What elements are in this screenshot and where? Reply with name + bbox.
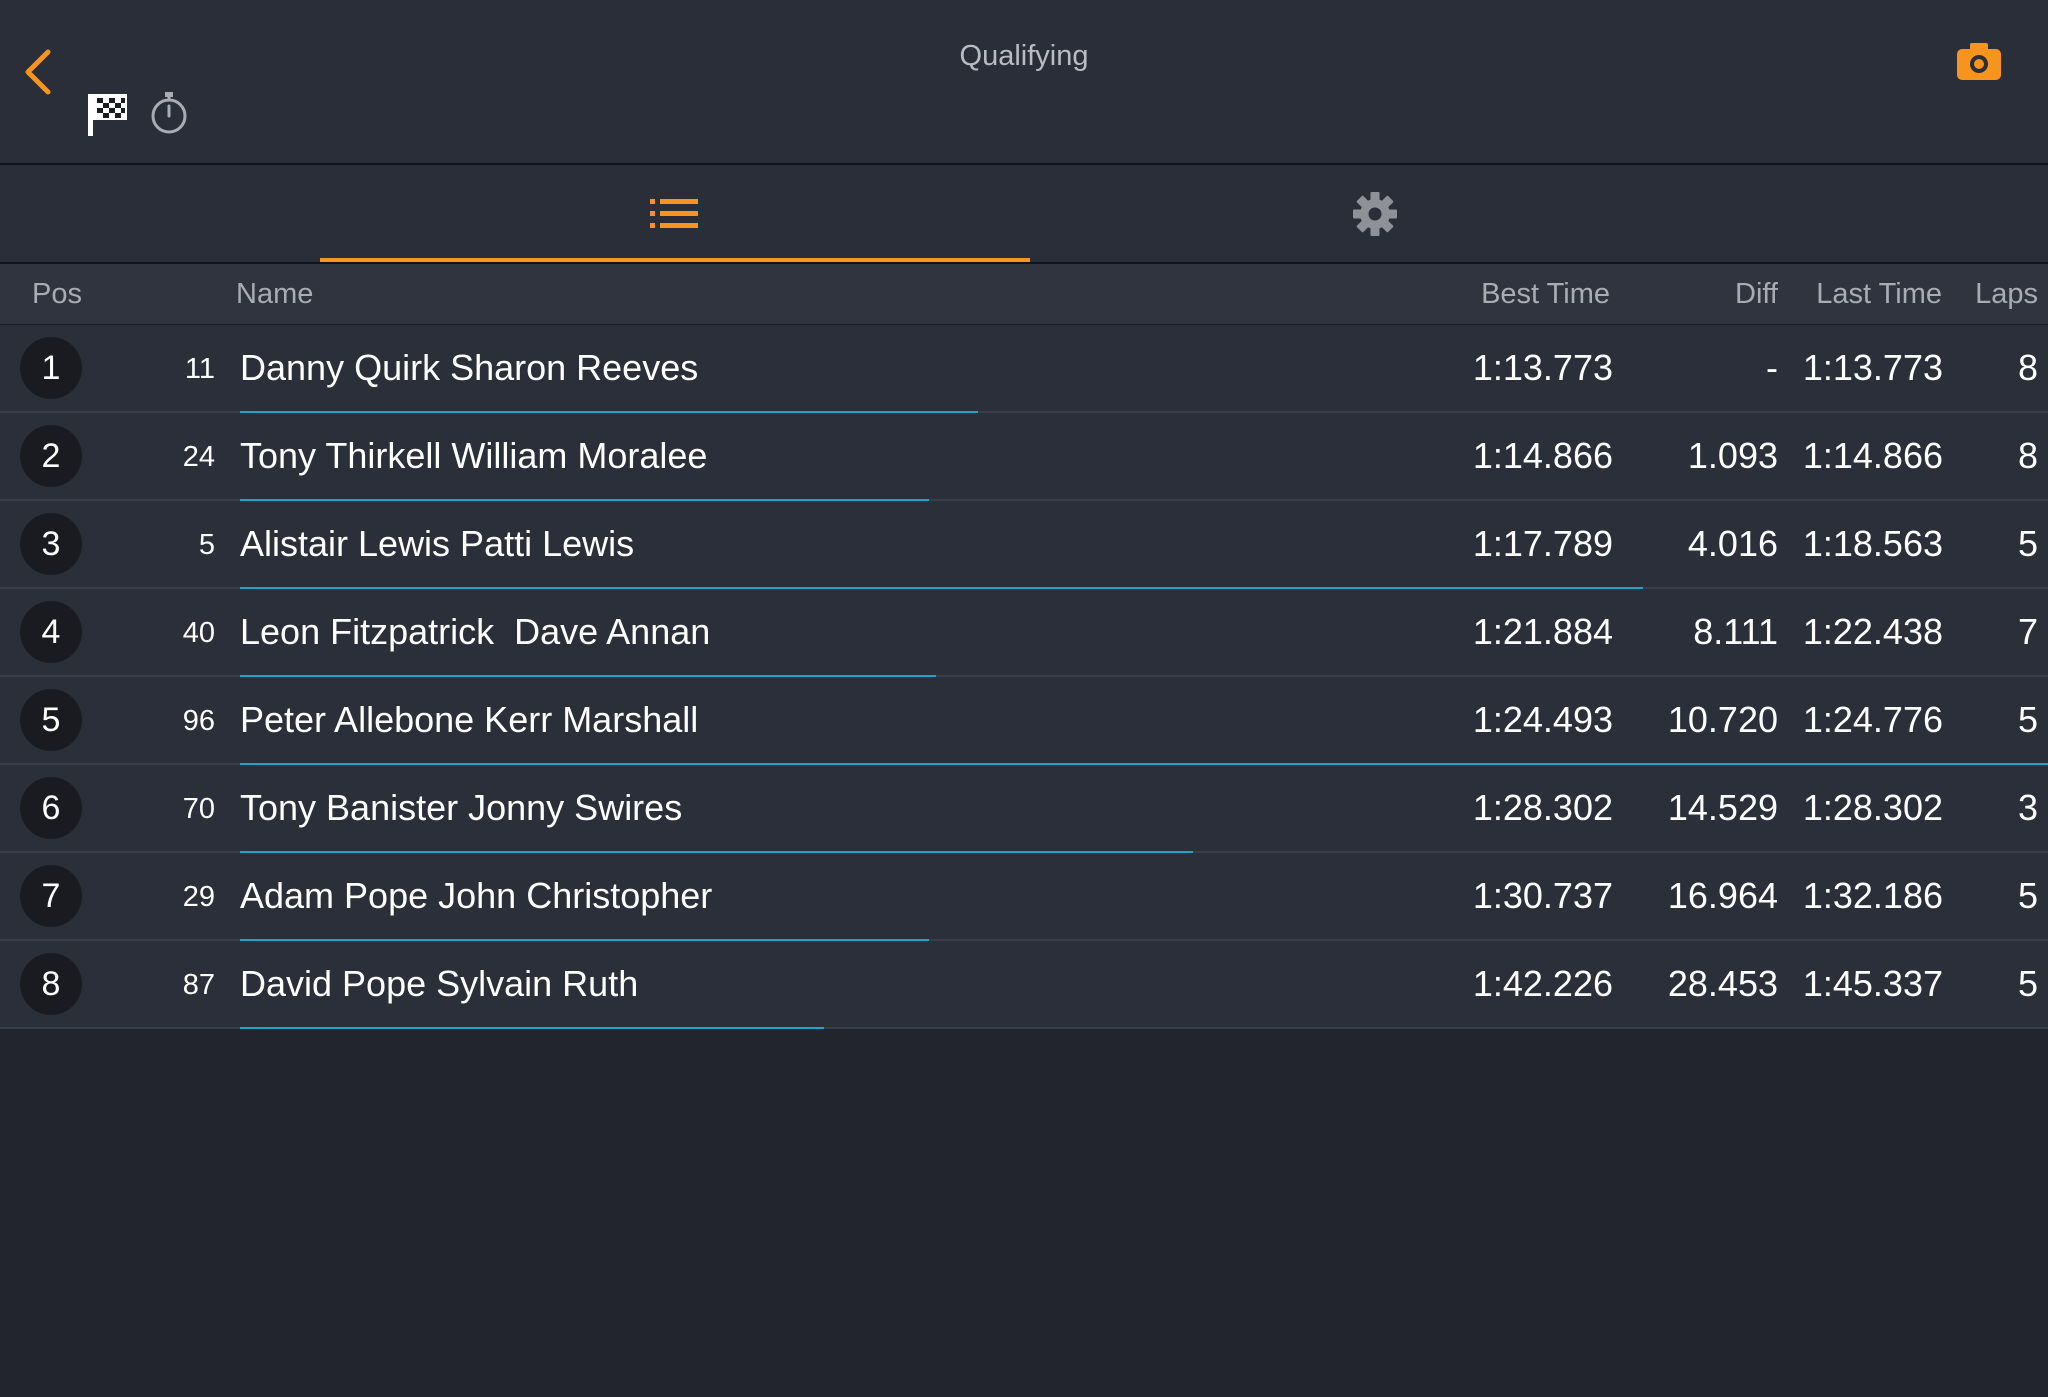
car-number: 24 (182, 441, 215, 473)
top-bar: Qualifying (0, 0, 2048, 165)
table-header: Pos Name Best Time Diff Last Time Laps (0, 264, 2048, 325)
position-badge: 6 (20, 777, 82, 839)
car-number: 29 (182, 881, 215, 913)
table-row[interactable]: 2 24 Tony Thirkell William Moralee 1:14.… (0, 413, 2048, 501)
car-number: 96 (182, 705, 215, 737)
last-time: 1:28.302 (1802, 787, 1943, 828)
laps: 8 (2017, 435, 2038, 476)
diff: 8.111 (1693, 611, 1778, 652)
column-header-best-time: Best Time (1481, 278, 1610, 310)
camera-button[interactable] (1955, 40, 2003, 82)
tab-results-list[interactable] (320, 165, 1030, 262)
driver-names: Leon Fitzpatrick Dave Annan (240, 611, 711, 652)
best-time: 1:24.493 (1472, 699, 1613, 740)
column-header-laps: Laps (1975, 278, 2038, 310)
driver-names: Alistair Lewis Patti Lewis (240, 523, 635, 564)
diff: 10.720 (1667, 699, 1778, 740)
table-row[interactable]: 8 87 David Pope Sylvain Ruth 1:42.226 28… (0, 941, 2048, 1029)
last-time: 1:32.186 (1802, 875, 1943, 916)
table-row[interactable]: 5 96 Peter Allebone Kerr Marshall 1:24.4… (0, 677, 2048, 765)
active-tab-indicator (320, 258, 1030, 262)
car-number: 5 (198, 529, 215, 561)
car-number: 87 (182, 969, 215, 1001)
laps: 3 (2017, 787, 2038, 828)
diff: 28.453 (1667, 963, 1778, 1004)
best-time: 1:13.773 (1472, 347, 1613, 388)
best-time: 1:17.789 (1472, 523, 1613, 564)
position-badge: 2 (20, 425, 82, 487)
driver-names: Peter Allebone Kerr Marshall (240, 699, 699, 740)
gear-icon (1353, 191, 1397, 236)
diff: 16.964 (1667, 875, 1778, 916)
diff: 4.016 (1687, 523, 1778, 564)
position-badge: 3 (20, 513, 82, 575)
table-row[interactable]: 4 40 Leon Fitzpatrick Dave Annan 1:21.88… (0, 589, 2048, 677)
last-time: 1:22.438 (1802, 611, 1943, 652)
table-row[interactable]: 7 29 Adam Pope John Christopher 1:30.737… (0, 853, 2048, 941)
driver-names: Tony Thirkell William Moralee (240, 435, 708, 476)
laps: 5 (2017, 699, 2038, 740)
tab-bar (0, 165, 2048, 264)
position-badge: 4 (20, 601, 82, 663)
app: Qualifying Pos Name Best Time Diff Last … (0, 0, 2048, 1397)
table-row[interactable]: 1 11 Danny Quirk Sharon Reeves 1:13.773 … (0, 325, 2048, 413)
diff: 14.529 (1667, 787, 1778, 828)
driver-names: Adam Pope John Christopher (240, 875, 713, 916)
driver-names: Danny Quirk Sharon Reeves (240, 347, 699, 388)
driver-names: David Pope Sylvain Ruth (240, 963, 639, 1004)
last-time: 1:18.563 (1802, 523, 1943, 564)
best-time: 1:21.884 (1472, 611, 1613, 652)
car-number: 40 (182, 617, 215, 649)
position-badge: 1 (20, 337, 82, 399)
results-table: 1 11 Danny Quirk Sharon Reeves 1:13.773 … (0, 325, 2048, 1029)
best-time: 1:28.302 (1472, 787, 1613, 828)
laps: 7 (2017, 611, 2038, 652)
last-time: 1:13.773 (1802, 347, 1943, 388)
driver-names: Tony Banister Jonny Swires (240, 787, 683, 828)
table-row[interactable]: 3 5 Alistair Lewis Patti Lewis 1:17.789 … (0, 501, 2048, 589)
column-header-last-time: Last Time (1816, 278, 1942, 310)
last-time: 1:24.776 (1802, 699, 1943, 740)
position-badge: 7 (20, 865, 82, 927)
column-header-name: Name (236, 278, 314, 310)
checkered-flag-icon (86, 90, 130, 138)
last-time: 1:14.866 (1802, 435, 1943, 476)
position-badge: 5 (20, 689, 82, 751)
laps: 8 (2017, 347, 2038, 388)
diff: 1.093 (1687, 435, 1778, 476)
table-row[interactable]: 6 70 Tony Banister Jonny Swires 1:28.302… (0, 765, 2048, 853)
laps: 5 (2017, 523, 2038, 564)
last-time: 1:45.337 (1802, 963, 1943, 1004)
car-number: 11 (184, 353, 215, 385)
column-header-pos: Pos (32, 278, 82, 310)
best-time: 1:14.866 (1472, 435, 1613, 476)
tab-settings[interactable] (1030, 165, 1720, 262)
car-number: 70 (182, 793, 215, 825)
column-header-diff: Diff (1735, 278, 1778, 310)
position-badge: 8 (20, 953, 82, 1015)
laps: 5 (2017, 875, 2038, 916)
diff: - (1766, 347, 1778, 388)
best-time: 1:30.737 (1472, 875, 1613, 916)
laps: 5 (2017, 963, 2038, 1004)
page-title: Qualifying (959, 40, 1089, 72)
camera-icon (1957, 43, 2001, 80)
progress-bar (240, 1027, 824, 1029)
best-time: 1:42.226 (1472, 963, 1613, 1004)
stopwatch-icon (148, 90, 190, 136)
list-icon (650, 198, 698, 228)
